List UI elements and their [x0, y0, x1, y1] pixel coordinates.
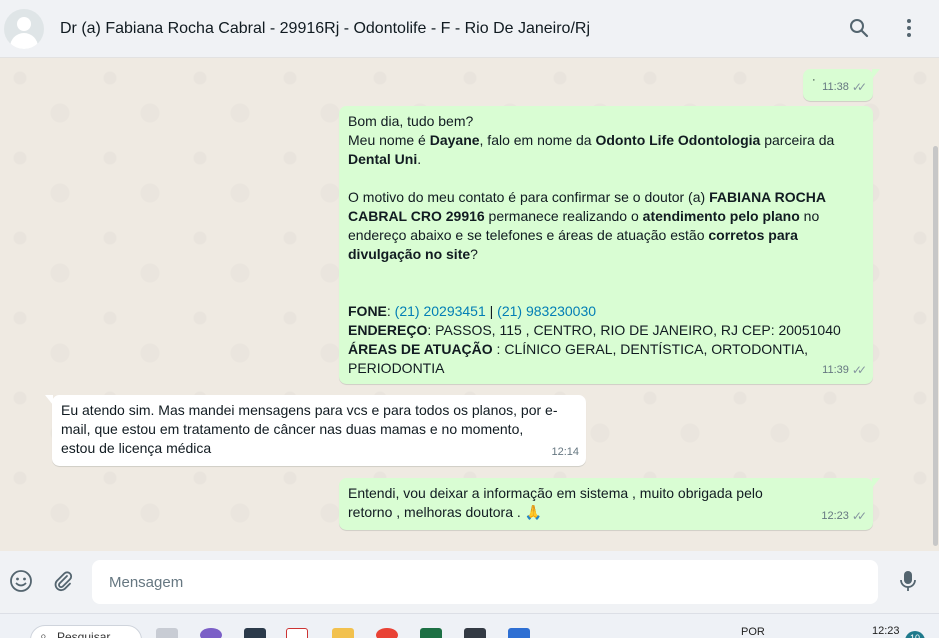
header-actions — [847, 14, 921, 42]
search-icon[interactable] — [847, 14, 871, 42]
avatar-head-shape — [17, 16, 31, 31]
message-body: Bom dia, tudo bem? Meu nome é Dayane, fa… — [348, 112, 864, 378]
avatar-body-shape — [10, 32, 38, 49]
taskbar-app-icon[interactable] — [200, 628, 222, 638]
message-time: 11:38 — [822, 81, 849, 93]
bold-service: atendimento pelo plano — [642, 208, 800, 224]
taskbar-excel-icon[interactable] — [420, 628, 442, 638]
message-line: Bom dia, tudo bem? — [348, 113, 474, 129]
read-ticks-icon: ✓✓ — [851, 509, 867, 523]
emoji-icon[interactable] — [8, 568, 34, 594]
taskbar-chrome-icon[interactable] — [376, 628, 398, 638]
message-endereco-line: ENDEREÇO: PASSOS, 115 , CENTRO, RIO DE J… — [348, 321, 844, 340]
text-span: . — [417, 151, 422, 167]
message-meta: 12:14 — [551, 443, 579, 462]
text-span: , falo em nome da — [479, 132, 596, 148]
message-time: 12:14 — [551, 446, 579, 458]
message-paragraph: Meu nome é Dayane, falo em nome da Odont… — [348, 131, 844, 169]
taskbar-app-icon[interactable] — [508, 628, 530, 638]
message-paragraph: O motivo do meu contato é para confirmar… — [348, 188, 844, 264]
taskbar-app-icon[interactable] — [286, 628, 308, 638]
read-ticks-icon: ✓✓ — [851, 80, 867, 94]
message-fone-line: FONE: (21) 20293451 | (21) 983230030 — [348, 302, 844, 321]
message-outgoing[interactable]: Bom dia, tudo bem? Meu nome é Dayane, fa… — [339, 106, 873, 384]
notification-badge[interactable]: 10 — [905, 631, 925, 638]
taskbar-search-label: Pesquisar — [57, 630, 111, 638]
taskbar-search[interactable]: ⌕ Pesquisar — [30, 625, 142, 638]
contact-avatar[interactable] — [4, 8, 44, 49]
text-span: parceira da — [760, 132, 835, 148]
attach-icon[interactable] — [50, 568, 76, 594]
endereco-value: : PASSOS, 115 , CENTRO, RIO DE JANEIRO, … — [427, 322, 841, 338]
phone-link-1[interactable]: (21) 20293451 — [395, 303, 486, 319]
text-span: Meu nome é — [348, 132, 430, 148]
os-taskbar: ⌕ Pesquisar POR 12:23 10 — [0, 613, 939, 638]
bubble-tail — [872, 478, 880, 488]
message-outgoing[interactable]: · 11:38 ✓✓ — [803, 69, 880, 101]
taskbar-language[interactable]: POR — [741, 626, 765, 638]
message-outgoing[interactable]: Entendi, vou deixar a informação em sist… — [339, 478, 880, 530]
text-span: O motivo do meu contato é para confirmar… — [348, 189, 710, 205]
message-time: 12:23 — [821, 510, 849, 522]
taskbar-app-icon[interactable] — [244, 628, 266, 638]
text-span: : — [386, 303, 395, 319]
chat-header: Dr (a) Fabiana Rocha Cabral - 29916Rj - … — [0, 0, 939, 58]
message-time: 11:39 — [822, 364, 849, 376]
composer-bar — [0, 551, 939, 613]
bold-company: Odonto Life Odontologia — [595, 132, 761, 148]
text-span: ? — [470, 246, 478, 262]
contact-name[interactable]: Dr (a) Fabiana Rocha Cabral - 29916Rj - … — [60, 20, 590, 38]
taskbar-app-icon[interactable] — [156, 628, 178, 638]
taskbar-app-icon[interactable] — [464, 628, 486, 638]
message-meta: 11:39 ✓✓ — [822, 361, 867, 380]
message-meta: 12:23 ✓✓ — [821, 507, 867, 526]
message-input[interactable] — [92, 560, 878, 604]
read-ticks-icon: ✓✓ — [851, 363, 867, 377]
bubble-tail — [872, 69, 880, 79]
bold-partner: Dental Uni — [348, 151, 418, 167]
message-meta: 11:38 ✓✓ — [822, 78, 867, 97]
message-text: Eu atendo sim. Mas mandei mensagens para… — [61, 402, 558, 456]
chat-scrollbar[interactable] — [933, 146, 938, 546]
phone-link-2[interactable]: (21) 983230030 — [497, 303, 596, 319]
message-incoming[interactable]: Eu atendo sim. Mas mandei mensagens para… — [45, 395, 586, 466]
chat-area[interactable]: · 11:38 ✓✓ Bom dia, tudo bem? Meu nome é… — [0, 58, 939, 551]
message-text: Entendi, vou deixar a informação em sist… — [348, 485, 763, 520]
message-text: · — [812, 74, 816, 86]
text-span: permanece realizando o — [484, 208, 643, 224]
bold-name: Dayane — [429, 132, 480, 148]
taskbar-folder-icon[interactable] — [332, 628, 354, 638]
menu-dots-icon[interactable] — [897, 14, 921, 42]
taskbar-clock[interactable]: 12:23 — [872, 625, 900, 637]
endereco-label: ENDEREÇO — [348, 322, 428, 338]
fone-label: FONE — [348, 303, 387, 319]
areas-label: ÁREAS DE ATUAÇÃO — [348, 341, 493, 357]
microphone-icon[interactable] — [895, 568, 921, 594]
bubble-tail — [45, 395, 53, 405]
search-icon: ⌕ — [40, 629, 47, 638]
message-areas-line: ÁREAS DE ATUAÇÃO : CLÍNICO GERAL, DENTÍS… — [348, 340, 844, 378]
text-span: | — [485, 303, 498, 319]
